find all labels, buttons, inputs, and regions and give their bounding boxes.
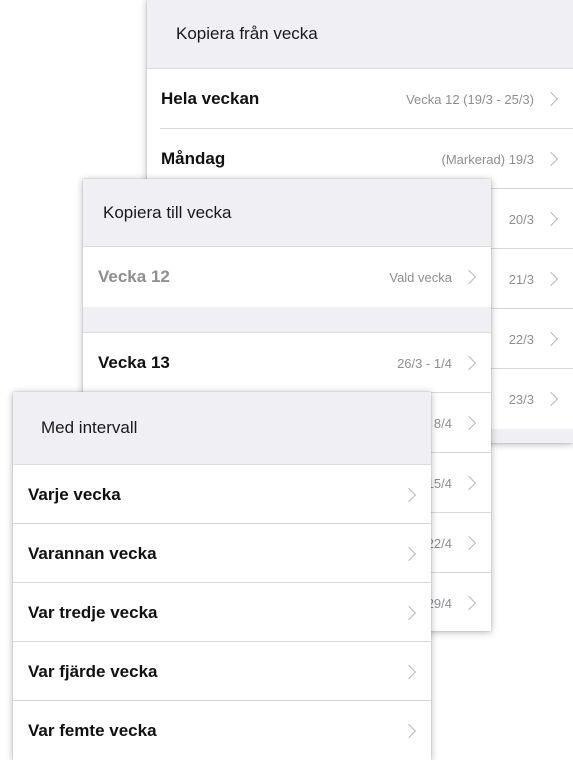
row-label: Varje vecka [28, 484, 121, 504]
section-spacer [83, 307, 491, 333]
copy-from-row-whole-week[interactable]: Hela veckan Vecka 12 (19/3 - 25/3) [147, 69, 573, 129]
copy-to-header: Kopiera till vecka [83, 179, 491, 247]
row-label: Hela veckan [161, 89, 260, 108]
chevron-right-icon [543, 211, 559, 227]
row-label: Var fjärde vecka [28, 661, 158, 681]
row-label: Vecka 13 [98, 353, 170, 372]
row-value: Vald vecka [389, 269, 452, 285]
row-value: 22/3 [508, 331, 534, 347]
row-label: Vecka 12 [98, 267, 170, 286]
chevron-right-icon [401, 605, 417, 620]
chevron-right-icon [461, 535, 477, 551]
copy-from-header: Kopiera från vecka [147, 0, 573, 69]
row-value: 20/3 [508, 211, 534, 227]
row-value: (Markerad) 19/3 [441, 151, 534, 167]
chevron-right-icon [543, 91, 559, 107]
copy-to-row-week[interactable]: Vecka 13 26/3 - 1/4 [83, 333, 491, 393]
chevron-right-icon [461, 269, 477, 285]
interval-row-every-other-week[interactable]: Varannan vecka [13, 524, 431, 583]
row-label: Varannan vecka [28, 543, 157, 563]
copy-to-title: Kopiera till vecka [103, 202, 232, 222]
chevron-right-icon [461, 415, 477, 431]
copy-to-row-selected-week[interactable]: Vecka 12 Vald vecka [83, 247, 491, 307]
chevron-right-icon [461, 595, 477, 611]
interval-title: Med intervall [41, 418, 138, 437]
interval-row-every-week[interactable]: Varje vecka [13, 465, 431, 524]
chevron-right-icon [401, 723, 417, 738]
interval-panel: Med intervall Varje vecka Varannan vecka… [13, 392, 431, 760]
row-label: Måndag [161, 149, 226, 168]
row-value: 8/4 [433, 415, 452, 431]
interval-row-every-fifth-week[interactable]: Var femte vecka [13, 701, 431, 760]
chevron-right-icon [401, 664, 417, 679]
copy-from-title: Kopiera från vecka [176, 24, 318, 43]
chevron-right-icon [543, 151, 559, 167]
chevron-right-icon [461, 475, 477, 491]
row-label: Var tredje vecka [28, 602, 158, 622]
chevron-right-icon [543, 331, 559, 347]
interval-row-every-third-week[interactable]: Var tredje vecka [13, 583, 431, 642]
chevron-right-icon [401, 487, 417, 502]
row-value: 21/3 [508, 271, 534, 287]
row-value: Vecka 12 (19/3 - 25/3) [406, 91, 534, 107]
interval-header: Med intervall [13, 392, 431, 465]
row-value: 26/3 - 1/4 [397, 355, 452, 371]
chevron-right-icon [543, 391, 559, 407]
row-label: Var femte vecka [28, 720, 157, 740]
row-value: 23/3 [508, 391, 534, 407]
interval-row-every-fourth-week[interactable]: Var fjärde vecka [13, 642, 431, 701]
chevron-right-icon [543, 271, 559, 287]
chevron-right-icon [461, 355, 477, 371]
chevron-right-icon [401, 546, 417, 561]
